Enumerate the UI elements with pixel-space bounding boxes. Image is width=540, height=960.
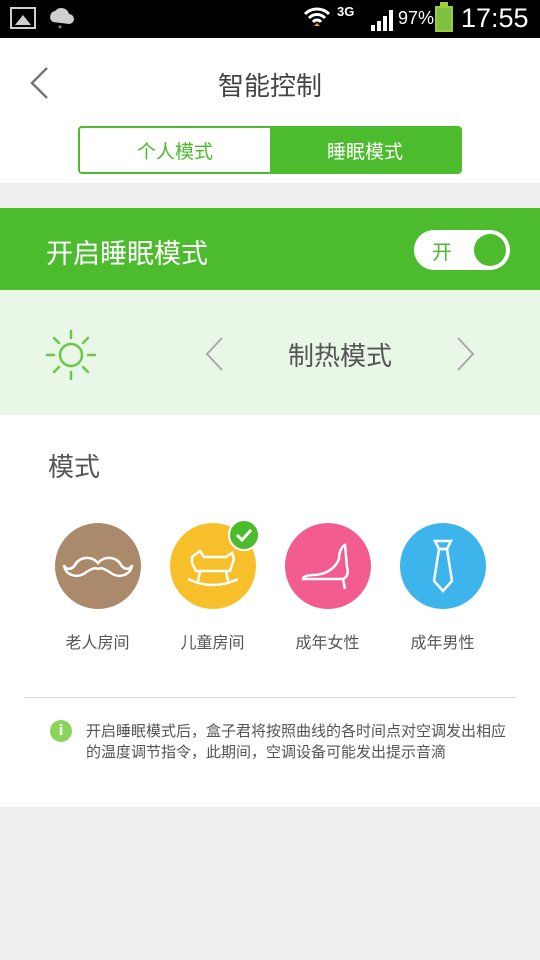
previous-mode-chevron-icon[interactable] [204, 336, 224, 372]
high-heel-icon [301, 543, 349, 590]
mode-label: 老人房间 [65, 633, 130, 652]
mode-child-room[interactable]: 儿童房间 [155, 519, 270, 653]
content-panel: 模式 老人房间 儿童房间 成年女性 成年男性 i 开启睡眠模式后，盒子君将按照曲… [0, 415, 540, 807]
next-mode-chevron-icon[interactable] [456, 336, 476, 372]
necktie-icon [432, 539, 453, 593]
sleep-mode-info-text: 开启睡眠模式后，盒子君将按照曲线的各时间点对空调发出相应的温度调节指令，此期间，… [86, 722, 507, 761]
sleep-mode-bar: 开启睡眠模式 开 [0, 208, 540, 290]
mode-tab-switcher: 个人模式 睡眠模式 [78, 126, 462, 174]
mode-elderly-room[interactable]: 老人房间 [40, 523, 155, 653]
gallery-icon [10, 7, 36, 29]
weather-cloud-icon: * [50, 7, 74, 32]
sleep-mode-toggle[interactable]: 开 [414, 230, 510, 270]
svg-text:*: * [58, 24, 62, 32]
ac-mode-panel: 制热模式 [0, 290, 540, 415]
mode-circle [284, 523, 371, 609]
mode-label: 儿童房间 [180, 633, 245, 652]
battery-icon [435, 2, 453, 32]
info-icon: i [50, 720, 72, 742]
mode-circle [54, 523, 141, 609]
toggle-knob [474, 234, 506, 266]
sun-icon [45, 329, 97, 381]
mode-circle [399, 523, 486, 609]
network-type: 3G [337, 4, 355, 19]
page-title: 智能控制 [217, 72, 322, 102]
mode-label: 成年女性 [295, 633, 360, 652]
tab-sleep-mode[interactable]: 睡眠模式 [270, 128, 460, 172]
clock: 17:55 [461, 3, 529, 33]
signal-icon [371, 10, 393, 31]
mode-adult-male[interactable]: 成年男性 [385, 523, 500, 653]
ac-mode-name: 制热模式 [287, 342, 392, 372]
mode-circle [169, 519, 260, 609]
mustache-icon [62, 556, 133, 577]
status-bar: * 3G 97% 17:55 [0, 0, 540, 38]
toggle-on-label: 开 [432, 240, 452, 264]
selected-check-icon [227, 519, 260, 551]
tab-personal-mode[interactable]: 个人模式 [80, 128, 270, 172]
mode-list: 老人房间 儿童房间 成年女性 成年男性 [0, 519, 540, 663]
divider [24, 697, 516, 698]
header: 智能控制 个人模式 睡眠模式 [0, 38, 540, 183]
mode-label: 成年男性 [410, 633, 475, 652]
sleep-mode-label: 开启睡眠模式 [46, 239, 208, 270]
battery-percent: 97% [398, 8, 435, 28]
mode-adult-female[interactable]: 成年女性 [270, 523, 385, 653]
section-title-mode: 模式 [48, 453, 101, 483]
wifi-icon [303, 7, 331, 26]
